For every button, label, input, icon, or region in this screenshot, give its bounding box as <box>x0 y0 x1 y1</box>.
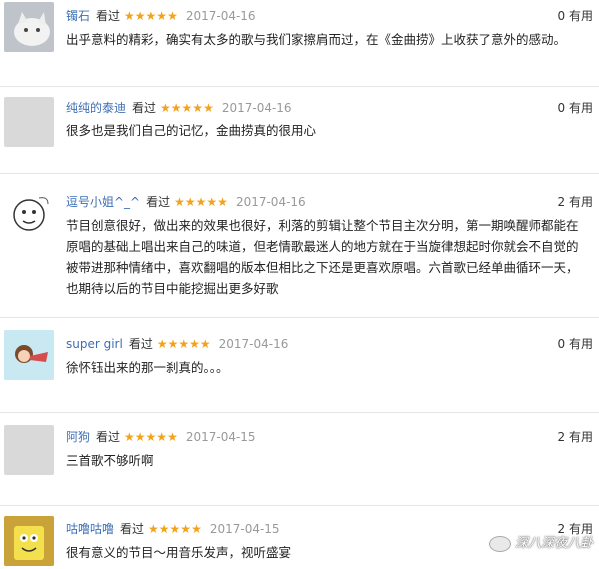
username-link[interactable]: 镯石 <box>66 9 90 23</box>
review-meta: 镯石 看过 ★★★★★ 2017-04-16 <box>66 7 256 24</box>
review-date: 2017-04-15 <box>185 430 256 444</box>
watched-label: 看过 <box>96 9 121 23</box>
review-meta: 逗号小姐^_^ 看过 ★★★★★ 2017-04-16 <box>66 193 306 210</box>
review-item: 阿狗 看过 ★★★★★ 2017-04-15 2 有用 三首歌不够听啊 <box>0 413 599 506</box>
review-text: 很多也是我们自己的记忆，金曲捞真的很用心 <box>66 123 317 138</box>
username-link[interactable]: 逗号小姐^_^ <box>66 195 140 209</box>
review-text: 节目创意很好，做出来的效果也很好，利落的剪辑让整个节目主次分明，第一期唤醒师都能… <box>66 218 579 296</box>
avatar[interactable] <box>4 97 54 147</box>
rating-stars: ★★★★★ <box>124 9 178 23</box>
rating-stars: ★★★★★ <box>148 522 202 536</box>
useful-count[interactable]: 0 有用 <box>558 335 593 352</box>
useful-count[interactable]: 2 有用 <box>558 193 593 210</box>
watched-label: 看过 <box>132 101 157 115</box>
review-item: 逗号小姐^_^ 看过 ★★★★★ 2017-04-16 2 有用 节目创意很好，做出来… <box>0 174 599 318</box>
watched-label: 看过 <box>146 195 171 209</box>
watermark-text: 深八深夜八卦 <box>514 536 593 551</box>
watermark: 深八深夜八卦 <box>488 532 593 552</box>
username-link[interactable]: 纯纯的泰迪 <box>66 101 126 115</box>
username-link[interactable]: 咕噜咕噜 <box>66 522 114 536</box>
review-meta: super girl 看过 ★★★★★ 2017-04-16 <box>66 335 288 352</box>
avatar[interactable] <box>4 330 54 380</box>
review-item: super girl 看过 ★★★★★ 2017-04-16 0 有用 徐怀钰出来的那… <box>0 318 599 413</box>
username-link[interactable]: 阿狗 <box>66 430 90 444</box>
review-text: 出乎意料的精彩，确实有太多的歌与我们家擦肩而过，在《金曲捞》上收获了意外的感动。 <box>66 32 567 47</box>
avatar[interactable] <box>4 188 54 238</box>
sponge-avatar-icon <box>4 516 54 566</box>
useful-count[interactable]: 0 有用 <box>558 99 593 116</box>
review-date: 2017-04-16 <box>185 9 256 23</box>
avatar[interactable] <box>4 2 54 52</box>
watched-label: 看过 <box>128 337 153 351</box>
review-date: 2017-04-16 <box>235 195 306 209</box>
rating-stars: ★★★★★ <box>124 430 178 444</box>
watched-label: 看过 <box>120 522 145 536</box>
useful-count[interactable]: 0 有用 <box>558 7 593 24</box>
review-text: 三首歌不够听啊 <box>66 453 154 468</box>
sketch-face-avatar-icon <box>4 188 54 238</box>
review-date: 2017-04-16 <box>221 101 292 115</box>
review-date: 2017-04-15 <box>209 522 280 536</box>
chat-bubble-icon <box>488 535 511 552</box>
avatar[interactable] <box>4 425 54 475</box>
watched-label: 看过 <box>96 430 121 444</box>
cat-avatar-icon <box>4 2 54 52</box>
review-meta: 阿狗 看过 ★★★★★ 2017-04-15 <box>66 428 256 445</box>
review-text: 徐怀钰出来的那一刹真的。。。 <box>66 360 229 375</box>
review-date: 2017-04-16 <box>218 337 289 351</box>
review-item: 镯石 看过 ★★★★★ 2017-04-16 0 有用 出乎意料的精彩，确实有太多的歌… <box>0 0 599 87</box>
useful-count[interactable]: 2 有用 <box>558 428 593 445</box>
cartoon-girl-avatar-icon <box>4 330 54 380</box>
rating-stars: ★★★★★ <box>156 337 211 351</box>
username-link[interactable]: super girl <box>66 337 123 351</box>
review-item: 纯纯的泰迪 看过 ★★★★★ 2017-04-16 0 有用 很多也是我们自己的记忆，… <box>0 87 599 174</box>
rating-stars: ★★★★★ <box>174 195 228 209</box>
avatar[interactable] <box>4 516 54 566</box>
rating-stars: ★★★★★ <box>160 101 214 115</box>
review-meta: 咕噜咕噜 看过 ★★★★★ 2017-04-15 <box>66 520 280 537</box>
review-meta: 纯纯的泰迪 看过 ★★★★★ 2017-04-16 <box>66 99 292 116</box>
